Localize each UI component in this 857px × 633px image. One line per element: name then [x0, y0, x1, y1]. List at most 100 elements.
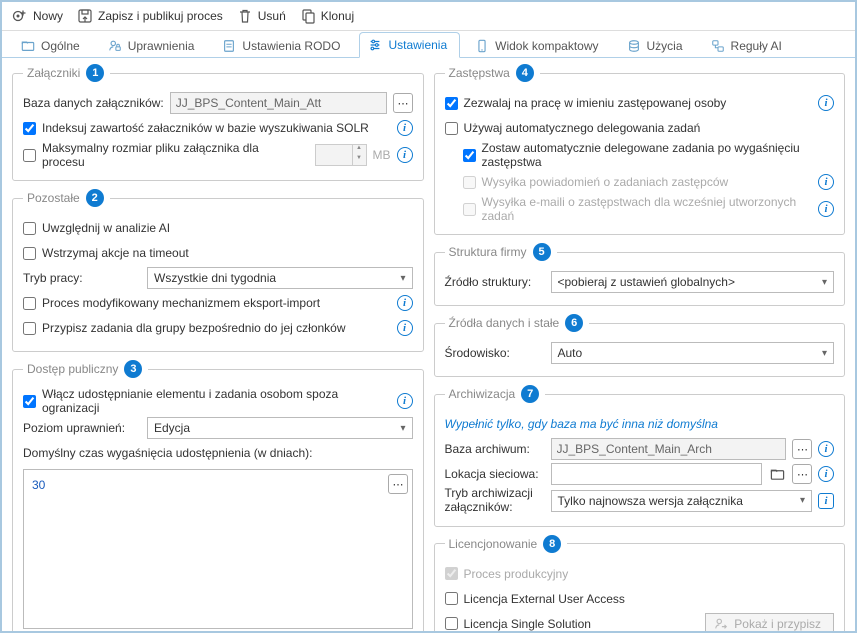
env-label: Środowisko: — [445, 346, 545, 360]
attachments-group: Załączniki1 Baza danych załączników: ⋯ I… — [12, 64, 424, 181]
save-publish-label: Zapisz i publikuj proces — [98, 9, 223, 23]
archive-mode-select[interactable]: Tylko najnowsza wersja załącznika — [551, 490, 813, 512]
org-legend: Struktura firmy5 — [445, 243, 557, 261]
hold-timeout-checkbox[interactable]: Wstrzymaj akcje na timeout — [23, 246, 189, 260]
enable-share-checkbox[interactable]: Włącz udostępnianie elementu i zadania o… — [23, 387, 385, 415]
badge-3: 3 — [124, 360, 142, 378]
editor-menu-button[interactable]: ⋯ — [388, 474, 408, 494]
public-access-group: Dostęp publiczny3 Włącz udostępnianie el… — [12, 360, 424, 633]
stack-icon — [627, 39, 641, 53]
clone-label: Klonuj — [321, 9, 354, 23]
info-icon[interactable]: i — [397, 320, 413, 336]
user-lock-icon — [108, 39, 122, 53]
save-icon — [77, 8, 93, 24]
index-solr-checkbox[interactable]: Indeksuj zawartość załaczników w bazie w… — [23, 121, 369, 135]
save-publish-button[interactable]: Zapisz i publikuj proces — [77, 8, 223, 24]
keep-delegated-checkbox[interactable]: Zostaw automatycznie delegowane zadania … — [463, 141, 835, 169]
max-size-spinner[interactable]: ▲▼ — [315, 144, 367, 166]
licensing-group: Licencjonowanie8 Proces produkcyjny Lice… — [434, 535, 846, 633]
info-icon[interactable]: i — [397, 393, 413, 409]
include-ai-checkbox[interactable]: Uwzględnij w analizie AI — [23, 221, 170, 235]
badge-4: 4 — [516, 64, 534, 82]
tab-rodo[interactable]: Ustawienia RODO — [213, 33, 353, 58]
top-toolbar: Nowy Zapisz i publikuj proces Usuń Klonu… — [2, 2, 855, 31]
folder-browse-icon[interactable] — [768, 465, 786, 483]
att-db-label: Baza danych załączników: — [23, 96, 164, 110]
badge-7: 7 — [521, 385, 539, 403]
badge-2: 2 — [86, 189, 104, 207]
doc-icon — [222, 39, 236, 53]
tab-compact[interactable]: Widok kompaktowy — [466, 33, 611, 58]
tab-settings[interactable]: Ustawienia — [359, 32, 460, 58]
delete-label: Usuń — [258, 9, 286, 23]
rules-icon — [711, 39, 725, 53]
assign-group-checkbox[interactable]: Przypisz zadania dla grupy bezpośrednio … — [23, 321, 346, 335]
clone-button[interactable]: Klonuj — [300, 8, 354, 24]
work-mode-label: Tryb pracy: — [23, 271, 141, 285]
info-icon[interactable]: i — [818, 493, 834, 509]
info-icon[interactable]: i — [397, 120, 413, 136]
att-db-browse-button[interactable]: ⋯ — [393, 93, 413, 113]
folder-icon — [21, 39, 35, 53]
net-loc-more-button[interactable]: ⋯ — [792, 464, 812, 484]
tab-usage[interactable]: Użycia — [618, 33, 696, 58]
data-sources-group: Źródła danych i stałe6 Środowisko: Auto — [434, 314, 846, 377]
trash-icon — [237, 8, 253, 24]
badge-5: 5 — [533, 243, 551, 261]
allow-work-checkbox[interactable]: Zezwalaj na pracę w imieniu zastępowanej… — [445, 96, 727, 110]
tab-permissions-label: Uprawnienia — [128, 39, 195, 53]
single-license-checkbox[interactable]: Licencja Single Solution — [445, 617, 591, 631]
net-loc-label: Lokacja sieciowa: — [445, 467, 545, 481]
archive-mode-label: Tryb archiwizacjizałączników: — [445, 487, 545, 515]
gear-plus-icon — [12, 8, 28, 24]
tab-ai-rules[interactable]: Reguły AI — [702, 33, 795, 58]
perm-level-label: Poziom uprawnień: — [23, 421, 141, 435]
archive-db-label: Baza archiwum: — [445, 442, 545, 456]
badge-8: 8 — [543, 535, 561, 553]
prod-process-checkbox: Proces produkcyjny — [445, 567, 569, 581]
default-expiry-value: 30 — [32, 478, 45, 492]
external-license-checkbox[interactable]: Licencja External User Access — [445, 592, 625, 606]
info-icon[interactable]: i — [818, 201, 834, 217]
other-legend: Pozostałe2 — [23, 189, 110, 207]
tab-ai-rules-label: Reguły AI — [731, 39, 782, 53]
export-import-checkbox[interactable]: Proces modyfikowany mechanizmem eksport-… — [23, 296, 320, 310]
att-db-input[interactable] — [170, 92, 387, 114]
max-size-checkbox[interactable]: Maksymalny rozmiar pliku załącznika dla … — [23, 141, 303, 169]
attachments-legend: Załączniki1 — [23, 64, 110, 82]
work-mode-select[interactable]: Wszystkie dni tygodnia — [147, 267, 413, 289]
info-icon[interactable]: i — [397, 147, 413, 163]
new-button[interactable]: Nowy — [12, 8, 63, 24]
delete-button[interactable]: Usuń — [237, 8, 286, 24]
auto-delegate-checkbox[interactable]: Używaj automatycznego delegowania zadań — [445, 121, 701, 135]
mb-unit-label: MB — [373, 148, 391, 162]
send-notif-checkbox: Wysyłka powiadomień o zadaniach zastępcó… — [463, 175, 729, 189]
org-structure-group: Struktura firmy5 Źródło struktury: <pobi… — [434, 243, 846, 306]
info-icon[interactable]: i — [397, 295, 413, 311]
archive-db-browse-button[interactable]: ⋯ — [792, 439, 812, 459]
tab-settings-label: Ustawienia — [388, 38, 447, 52]
env-select[interactable]: Auto — [551, 342, 835, 364]
archive-db-input[interactable] — [551, 438, 787, 460]
badge-6: 6 — [565, 314, 583, 332]
substitutions-legend: Zastępstwa4 — [445, 64, 540, 82]
archive-group: Archiwizacja7 Wypełnić tylko, gdy baza m… — [434, 385, 846, 527]
info-icon[interactable]: i — [818, 174, 834, 190]
new-label: Nowy — [33, 9, 63, 23]
info-icon[interactable]: i — [818, 95, 834, 111]
show-assign-label: Pokaż i przypisz — [734, 617, 821, 631]
info-icon[interactable]: i — [818, 466, 834, 482]
tab-usage-label: Użycia — [647, 39, 683, 53]
org-source-label: Źródło struktury: — [445, 275, 545, 289]
public-access-legend: Dostęp publiczny3 — [23, 360, 148, 378]
badge-1: 1 — [86, 64, 104, 82]
perm-level-select[interactable]: Edycja — [147, 417, 413, 439]
org-source-select[interactable]: <pobieraj z ustawień globalnych> — [551, 271, 835, 293]
default-expiry-editor[interactable]: ⋯ 30 — [23, 469, 413, 629]
default-expiry-label: Domyślny czas wygaśnięcia udostępnienia … — [23, 446, 312, 460]
info-icon[interactable]: i — [818, 441, 834, 457]
tab-general[interactable]: Ogólne — [12, 33, 93, 58]
tab-permissions[interactable]: Uprawnienia — [99, 33, 208, 58]
net-loc-input[interactable] — [551, 463, 763, 485]
tabs-bar: Ogólne Uprawnienia Ustawienia RODO Ustaw… — [2, 31, 855, 58]
